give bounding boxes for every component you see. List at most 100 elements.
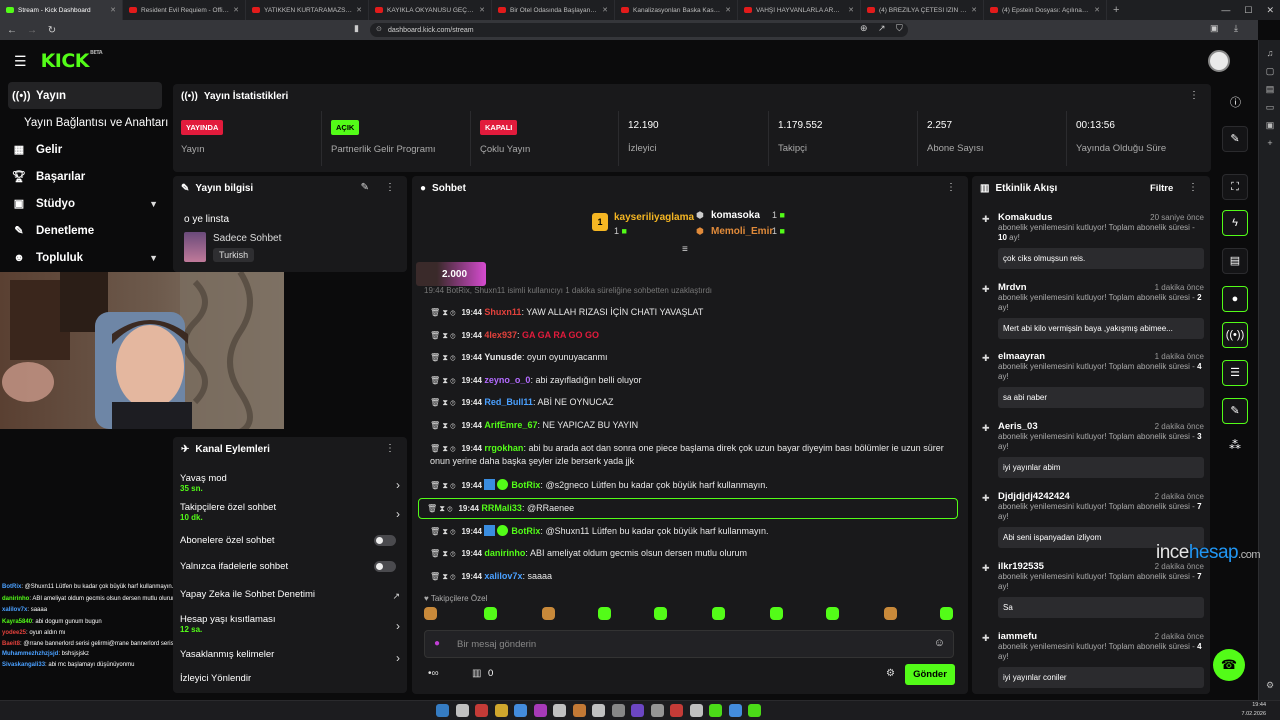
share-icon[interactable]: ↗ [878,23,886,34]
filter-button[interactable]: Filtre [1150,183,1173,194]
message-actions-icon[interactable]: 🗑︎ ⧗ ⊚ [430,444,455,453]
emote-icon[interactable] [542,607,555,620]
taskbar-app-icon[interactable] [455,704,469,717]
sidebar-item-stream-key[interactable]: Yayın Bağlantısı ve Anahtarı [0,109,170,136]
more-options-icon[interactable]: ⋮ [1188,182,1198,193]
taskbar-app-icon[interactable] [514,704,527,717]
sidebar-item-achievements[interactable]: 🏆︎ Başarılar [0,163,170,190]
chat-username[interactable]: 4lex937 [484,330,517,340]
tasks-icon[interactable]: ☰ [1222,360,1248,386]
send-button[interactable]: Gönder [905,664,955,685]
taskbar-app-icon[interactable] [592,704,605,717]
chat-username[interactable]: Shuxn11 [484,307,521,317]
emote-icon[interactable] [424,607,437,620]
chat-username[interactable]: RRMali33 [481,503,522,513]
browser-tab[interactable]: YATIKKEN KURTARAMAZSIN | SSrider✕ [246,0,369,20]
reload-icon[interactable]: ↻ [44,25,60,36]
browser-tab[interactable]: Bir Otel Odasında Başlayan Kabus ?! ✕ [492,0,615,20]
kick-logo[interactable]: KICKBETA [41,50,103,72]
tab-close-icon[interactable]: ✕ [725,6,731,14]
apps-icon[interactable]: ⁂ [1229,438,1241,452]
store-icon[interactable]: ▥ [472,668,481,679]
chat-username[interactable]: rrgokhan [484,443,523,453]
sidebar-item-studio[interactable]: ▣ Stüdyo ▼ [0,190,170,217]
taskbar-app-icon[interactable] [494,704,508,717]
message-actions-icon[interactable]: 🗑︎ ⧗ ⊚ [430,527,455,536]
more-options-icon[interactable]: ⋮ [385,182,395,193]
collapse-icon[interactable]: ≡ [682,244,688,255]
microphone-icon[interactable]: ● [434,638,440,649]
message-actions-icon[interactable]: 🗑︎ ⧗ ⊚ [430,331,455,340]
more-options-icon[interactable]: ⋮ [946,182,956,193]
edit-icon[interactable]: ✎ [1222,126,1248,152]
maximize-icon[interactable]: ☐ [1244,5,1252,16]
taskbar-app-icon[interactable] [670,704,683,717]
emote-icon[interactable] [770,607,783,620]
history-icon[interactable]: ▤ [1259,80,1280,98]
minimize-icon[interactable]: — [1221,5,1230,15]
emote-icon[interactable] [598,607,611,620]
bookmark-icon[interactable]: ▮ [354,23,359,34]
wallet-icon[interactable]: ▣ [1259,116,1280,134]
browser-tab[interactable]: VAHŞİ HAYVANLARLA ARKADAŞ OL ✕ [738,0,861,20]
browser-tab[interactable]: KAYIKLA OKYANUSU GEÇMEYE ÇALIŞ ✕ [369,0,492,20]
chat-username[interactable]: danirinho [484,548,525,558]
channel-action[interactable]: Hesap yaşı kısıtlaması 12 sa. › [180,614,400,634]
tab-close-icon[interactable]: ✕ [602,6,608,14]
sidebar-settings-icon[interactable]: ⚙ [1259,676,1280,694]
chat-username[interactable]: Yunusde [484,352,522,362]
gifter-name[interactable]: komasoka [711,210,760,221]
emote-icon[interactable] [654,607,667,620]
tab-close-icon[interactable]: ✕ [233,6,239,14]
taskbar-app-icon[interactable] [533,704,547,717]
zoom-icon[interactable]: ⊕ [860,23,868,34]
back-icon[interactable]: ← [4,25,20,36]
tab-close-icon[interactable]: ✕ [971,6,977,14]
more-options-icon[interactable]: ⋮ [385,443,395,454]
tab-close-icon[interactable]: ✕ [110,6,116,14]
browser-tab[interactable]: Resident Evil Requiem - Official 'Evil I… [123,0,246,20]
chat-settings-icon[interactable]: ⚙ [886,668,895,679]
taskbar-app-icon[interactable] [650,704,664,717]
chat-username[interactable]: BotRix [511,526,540,536]
taskbar-app-icon[interactable] [611,704,625,717]
tab-close-icon[interactable]: ✕ [848,6,854,14]
user-avatar[interactable] [1208,50,1230,72]
emoji-icon[interactable]: ☺ [934,637,945,649]
forward-icon[interactable]: → [24,25,40,36]
lightning-icon[interactable]: ϟ [1222,210,1248,236]
channel-action[interactable]: Abonelere özel sohbet [180,535,400,546]
message-actions-icon[interactable]: 🗑︎ ⧗ ⊚ [430,376,455,385]
message-actions-icon[interactable]: 🗑︎ ⧗ ⊚ [430,353,455,362]
chat-username[interactable]: Red_Bull11 [484,397,533,407]
tab-close-icon[interactable]: ✕ [479,6,485,14]
more-options-icon[interactable]: ⋮ [1189,90,1199,101]
support-chat-icon[interactable]: ☎ [1213,649,1245,681]
chat-username[interactable]: BotRix [511,480,540,490]
fullscreen-icon[interactable]: ⛶ [1222,174,1248,200]
new-tab-button[interactable]: + [1107,4,1125,16]
chat-username[interactable]: ArifEmre_67 [484,420,537,430]
toggle-switch[interactable] [374,535,396,546]
music-icon[interactable]: ♫ [1259,44,1280,62]
tab-close-icon[interactable]: ✕ [356,6,362,14]
message-actions-icon[interactable]: 🗑︎ ⧗ ⊚ [430,421,455,430]
screenshot-icon[interactable]: ▣ [1210,23,1219,34]
channel-action[interactable]: Yalnızca ifadelerle sohbet [180,561,400,572]
channel-action[interactable]: Takipçilere özel sohbet 10 dk. › [180,502,400,522]
notes-icon[interactable]: ▭ [1259,98,1280,116]
browser-tab[interactable]: Kanalizasyonları Baska Kasanmaz Tee ✕ [615,0,738,20]
channel-action[interactable]: Yapay Zeka ile Sohbet Denetimi ↗ [180,589,400,601]
chat-bubble-icon[interactable]: ● [1222,286,1248,312]
emote-icon[interactable] [940,607,953,620]
chat-input[interactable]: ● Bir mesaj gönderin ☺ [424,630,954,658]
channel-action[interactable]: Yavaş mod 35 sn. › [180,473,400,493]
taskbar-app-icon[interactable] [748,704,761,717]
taskbar-app-icon[interactable] [709,704,722,717]
close-window-icon[interactable]: ✕ [1266,5,1274,16]
sidebar-item-community[interactable]: ☻ Topluluk ▼ [0,244,170,271]
site-info-icon[interactable]: ⊙ [376,25,382,33]
toggle-switch[interactable] [374,561,396,572]
message-actions-icon[interactable]: 🗑︎ ⧗ ⊚ [430,572,455,581]
points-icon[interactable]: •∞ [428,668,439,679]
